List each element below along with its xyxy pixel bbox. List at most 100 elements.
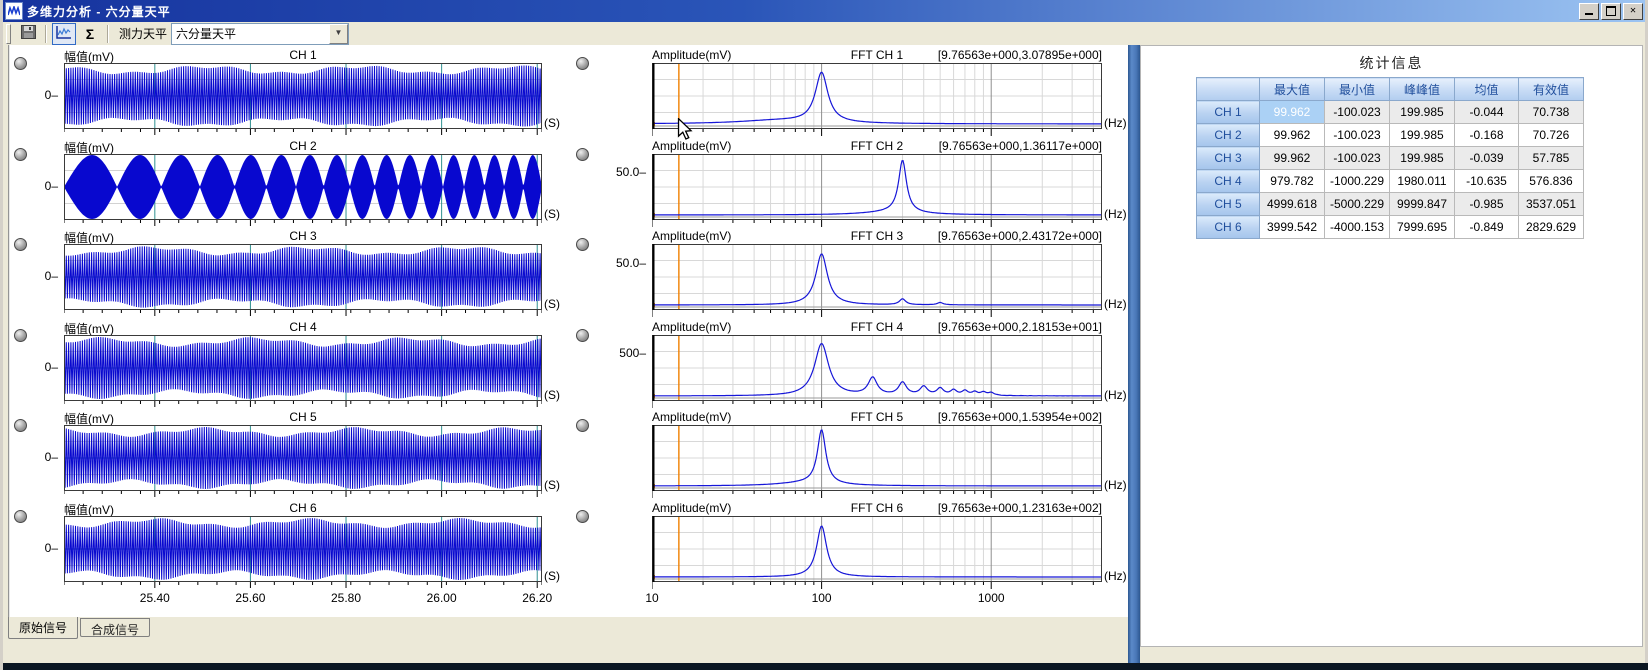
- combobox-dropdown-icon[interactable]: ▼: [329, 24, 348, 44]
- led-indicator: [576, 329, 589, 342]
- stats-cell[interactable]: -100.023: [1325, 147, 1390, 170]
- title-bar[interactable]: 多维力分析 - 六分量天平 ✕: [3, 0, 1645, 22]
- stats-cell[interactable]: 99.962: [1260, 124, 1325, 147]
- bottom-tab-bar: 原始信号 合成信号: [8, 617, 150, 641]
- sum-button[interactable]: Σ: [78, 23, 102, 45]
- statistics-table: 最大值最小值峰峰值均值有效值CH 199.962-100.023199.985-…: [1196, 77, 1584, 239]
- stats-row-header[interactable]: CH 3: [1197, 147, 1260, 170]
- time-plot[interactable]: [64, 425, 542, 499]
- stats-cell[interactable]: 70.738: [1519, 101, 1584, 124]
- led-indicator: [14, 238, 27, 251]
- stats-cell[interactable]: 4999.618: [1260, 193, 1325, 216]
- fft-plot[interactable]: [652, 516, 1102, 590]
- time-plot[interactable]: [64, 154, 542, 228]
- stats-cell[interactable]: -0.985: [1455, 193, 1519, 216]
- stats-cell[interactable]: -4000.153: [1325, 216, 1390, 239]
- stats-column-header: 最大值: [1260, 78, 1325, 101]
- fft-plot[interactable]: [652, 244, 1102, 318]
- time-plot[interactable]: [64, 63, 542, 137]
- waveform-view-button[interactable]: [52, 23, 76, 45]
- save-disk-icon: [21, 25, 36, 42]
- stats-cell[interactable]: -0.849: [1455, 216, 1519, 239]
- stats-cell[interactable]: 9999.847: [1390, 193, 1455, 216]
- stats-cell[interactable]: -1000.229: [1325, 170, 1390, 193]
- stats-cell[interactable]: -100.023: [1325, 124, 1390, 147]
- stats-cell[interactable]: 979.782: [1260, 170, 1325, 193]
- stats-cell[interactable]: 576.836: [1519, 170, 1584, 193]
- stats-cell[interactable]: -100.023: [1325, 101, 1390, 124]
- stats-cell[interactable]: -0.039: [1455, 147, 1519, 170]
- plot-title: CH 5: [64, 410, 542, 424]
- x-tick-label: 25.40: [135, 591, 175, 605]
- stats-cell[interactable]: 3537.051: [1519, 193, 1584, 216]
- stats-cell[interactable]: 99.962: [1260, 147, 1325, 170]
- y-tick-label: 0–: [38, 450, 58, 464]
- toolbar-grip[interactable]: [6, 24, 11, 44]
- time-plot[interactable]: [64, 516, 542, 590]
- x-unit-label: (Hz): [1104, 478, 1127, 492]
- stats-cell[interactable]: -10.635: [1455, 170, 1519, 193]
- y-tick-label: 0–: [38, 541, 58, 555]
- y-tick-label: 0–: [38, 179, 58, 193]
- led-indicator: [14, 329, 27, 342]
- x-tick-label: 26.20: [517, 591, 557, 605]
- waveform-icon: [56, 25, 72, 42]
- stats-cell[interactable]: 2829.629: [1519, 216, 1584, 239]
- time-plot[interactable]: [64, 244, 542, 318]
- stats-corner-cell: [1197, 78, 1260, 101]
- x-unit-label: (S): [544, 478, 560, 492]
- x-unit-label: (Hz): [1104, 569, 1127, 583]
- x-tick-label: 10: [632, 591, 672, 605]
- x-unit-label: (S): [544, 116, 560, 130]
- led-indicator: [14, 510, 27, 523]
- toolbar-separator-2: [107, 25, 109, 43]
- device-combobox[interactable]: 六分量天平 ▼: [171, 23, 349, 45]
- x-tick-label: 100: [802, 591, 842, 605]
- stats-column-header: 有效值: [1519, 78, 1584, 101]
- fft-plot[interactable]: [652, 154, 1102, 228]
- fft-plot[interactable]: [652, 425, 1102, 499]
- x-unit-label: (S): [544, 207, 560, 221]
- stats-cell[interactable]: 199.985: [1390, 124, 1455, 147]
- stats-cell[interactable]: 1980.011: [1390, 170, 1455, 193]
- save-button[interactable]: [16, 23, 40, 45]
- led-indicator: [14, 419, 27, 432]
- plot-panel: 幅值(mV)CH 10–(S)Amplitude(mV)FFT CH 1[9.7…: [8, 45, 1133, 617]
- close-button[interactable]: ✕: [1623, 3, 1643, 20]
- stats-cell[interactable]: 199.985: [1390, 101, 1455, 124]
- stats-row-header[interactable]: CH 5: [1197, 193, 1260, 216]
- stats-cell[interactable]: -0.044: [1455, 101, 1519, 124]
- fft-plot[interactable]: [652, 335, 1102, 409]
- stats-cell[interactable]: 57.785: [1519, 147, 1584, 170]
- minimize-button[interactable]: [1579, 3, 1599, 20]
- stats-row-header[interactable]: CH 2: [1197, 124, 1260, 147]
- app-icon: [5, 2, 23, 20]
- stats-column-header: 峰峰值: [1390, 78, 1455, 101]
- stats-cell[interactable]: 199.985: [1390, 147, 1455, 170]
- stats-cell[interactable]: -0.168: [1455, 124, 1519, 147]
- maximize-button[interactable]: [1601, 3, 1621, 20]
- stats-cell[interactable]: 3999.542: [1260, 216, 1325, 239]
- sigma-icon: Σ: [86, 26, 94, 42]
- led-indicator: [576, 57, 589, 70]
- stats-cell[interactable]: 70.726: [1519, 124, 1584, 147]
- stats-cell[interactable]: -5000.229: [1325, 193, 1390, 216]
- fft-plot[interactable]: [652, 63, 1102, 137]
- stats-cell-selected[interactable]: 99.962: [1260, 101, 1325, 124]
- x-unit-label: (S): [544, 297, 560, 311]
- stats-row-header[interactable]: CH 4: [1197, 170, 1260, 193]
- stats-row-header[interactable]: CH 6: [1197, 216, 1260, 239]
- x-tick-label: 1000: [971, 591, 1011, 605]
- stats-cell[interactable]: 7999.695: [1390, 216, 1455, 239]
- statistics-title: 统计信息: [1141, 53, 1642, 73]
- y-tick-label: 0–: [38, 88, 58, 102]
- time-plot[interactable]: [64, 335, 542, 409]
- tab-synthesized-signal[interactable]: 合成信号: [80, 618, 150, 637]
- cursor-readout: [9.76563e+000,2.43172e+000]: [652, 229, 1102, 243]
- stats-row-header[interactable]: CH 1: [1197, 101, 1260, 124]
- x-unit-label: (Hz): [1104, 388, 1127, 402]
- tab-original-signal[interactable]: 原始信号: [8, 617, 78, 639]
- x-unit-label: (Hz): [1104, 116, 1127, 130]
- panel-splitter[interactable]: [1128, 45, 1140, 663]
- plot-title: CH 2: [64, 139, 542, 153]
